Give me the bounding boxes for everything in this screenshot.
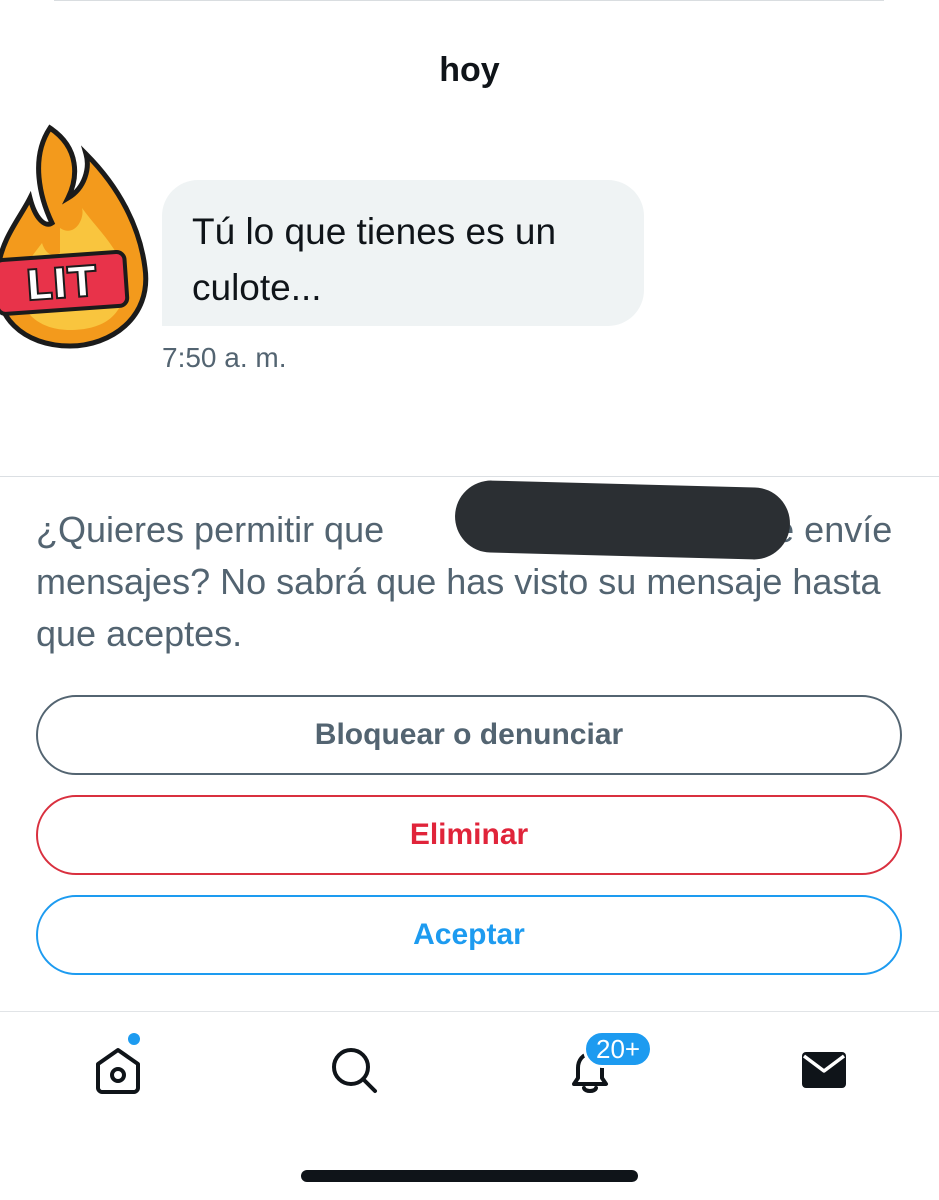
message-text: Tú lo que tienes es un culote... [192,211,557,308]
mail-icon [802,1052,846,1088]
tab-messages[interactable] [792,1040,856,1100]
tab-search[interactable] [322,1040,386,1100]
section-divider [0,476,939,477]
message-bubble[interactable]: Tú lo que tienes es un culote... [162,180,644,326]
accept-button[interactable]: Aceptar [36,895,902,975]
top-divider [54,0,884,1]
home-indicator[interactable] [301,1170,638,1182]
day-header: hoy [439,51,500,89]
tab-home[interactable] [86,1040,150,1100]
tabbar-divider [0,1011,939,1012]
lit-sign-text: LIT [24,256,99,310]
redacted-username [454,479,791,561]
delete-button[interactable]: Eliminar [36,795,902,875]
search-icon [332,1048,377,1093]
lit-fire-avatar[interactable]: LIT [0,118,160,350]
block-or-report-button[interactable]: Bloquear o denunciar [36,695,902,775]
home-unread-dot [128,1033,140,1045]
message-timestamp: 7:50 a. m. [162,342,287,373]
home-icon [96,1048,140,1094]
notification-count-badge: 20+ [583,1030,654,1068]
request-text-before: ¿Quieres permitir que [36,509,395,550]
lit-sign: LIT [0,250,130,316]
